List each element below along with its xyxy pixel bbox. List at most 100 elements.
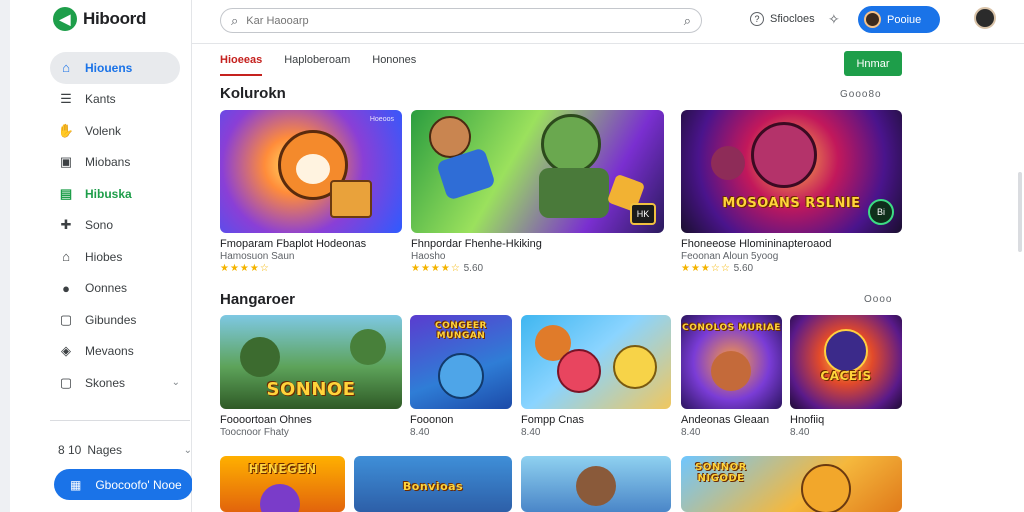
profile-avatar[interactable] — [974, 7, 996, 29]
thumbnail-title: CACEIS — [820, 369, 872, 383]
primary-action-button[interactable]: Hnmar — [844, 51, 902, 76]
card-subtitle: Hamosuon Saun — [220, 251, 295, 262]
main-scrollbar[interactable] — [1018, 172, 1022, 252]
game-card[interactable]: HK Fhnpordar Fhenhe-Hkiking Haosho ★★★★☆… — [411, 110, 664, 274]
user-button[interactable]: Pooiue — [858, 6, 940, 33]
thumbnail-title: HENEGEN — [248, 462, 317, 476]
sidebar-item-label: Volenk — [85, 123, 122, 138]
game-thumbnail: SONNOR NIGODE — [681, 456, 902, 512]
game-thumbnail — [521, 315, 671, 409]
section-title: Kolurokn — [220, 85, 286, 102]
game-thumbnail: HENEGEN — [220, 456, 345, 512]
sidebar-item-label: Oonnes — [85, 281, 128, 296]
game-card[interactable]: SONNOR NIGODE — [681, 456, 902, 512]
sidebar-item-nages[interactable]: 8 10 Nages ⌄ — [58, 440, 192, 460]
box-icon: ▢ — [59, 311, 73, 327]
sidebar-item-hiobes[interactable]: ⌂ Hiobes — [50, 241, 180, 273]
game-card[interactable]: Bonvioas — [354, 456, 512, 512]
sidebar-cta-button[interactable]: ▦ Gbocoofo' Nooe — [54, 469, 193, 500]
app-name: Hiboord — [83, 9, 147, 28]
notification-icon[interactable]: ✧ — [828, 11, 840, 28]
star-rating: ★★★☆☆ — [681, 263, 731, 274]
tag-icon: ◈ — [61, 343, 71, 359]
game-thumbnail — [521, 456, 671, 512]
thumbnail-title: CONGEER MUNGAN — [435, 321, 487, 341]
game-thumbnail: CONGEER MUNGAN — [410, 315, 512, 409]
game-card[interactable]: HENEGEN — [220, 456, 345, 512]
game-card[interactable]: CONOLOS MURIAE Andeonas Gleaan 8.40 — [681, 315, 782, 438]
card-title: Andeonas Gleaan — [681, 414, 770, 426]
shop-icon: ▤ — [59, 185, 73, 201]
card-title: Fooonon — [410, 414, 454, 426]
calendar-icon: ▦ — [70, 477, 82, 492]
help-link[interactable]: ? Sfiocloes — [750, 12, 815, 26]
game-card[interactable]: SONNOE Foooortoan Ohnes Toocnoor Fhaty — [220, 315, 402, 438]
tab-bar: Hioeeas Haploberoam Honones — [220, 54, 416, 76]
sidebar-item-oonnes[interactable]: ● Oonnes — [50, 273, 180, 305]
sidebar-cta-label: Gbocoofo' Nooe — [95, 477, 182, 492]
game-thumbnail: CACEIS — [790, 315, 902, 409]
help-label: Sfiocloes — [770, 13, 815, 25]
thumbnail-title: Bonvioas — [402, 480, 464, 493]
search-input[interactable] — [246, 14, 676, 27]
card-subtitle: Feoonan Aloun 5yoog — [681, 251, 779, 262]
sidebar-item-sono[interactable]: ✚ Sono — [50, 210, 180, 242]
sidebar-nav: ⌂ Hiouens ☰ Kants ✋ Volenk ▣ Miobans ▤ H… — [50, 52, 180, 399]
sidebar-item-label: Hibuska — [85, 186, 132, 201]
main-content: Hioeeas Haploberoam Honones Hnmar Koluro… — [192, 44, 1024, 512]
sidebar-item-skones[interactable]: ▢ Skones ⌄ — [50, 367, 180, 399]
sidebar-item-label: Gibundes — [85, 312, 137, 327]
topbar: ⌕ ⌕ ? Sfiocloes ✧ Pooiue — [192, 0, 1024, 44]
sidebar-item-mevaons[interactable]: ◈ Mevaons — [50, 336, 180, 368]
sidebar-divider — [50, 420, 190, 421]
star-rating: ★★★★☆ — [411, 263, 461, 274]
sidebar: ◀ Hiboord ⌂ Hiouens ☰ Kants ✋ Volenk ▣ M… — [10, 0, 200, 512]
house-icon: ⌂ — [62, 249, 70, 265]
game-card[interactable]: CONGEER MUNGAN Fooonon 8.40 — [410, 315, 512, 438]
sidebar-item-label: Skones — [85, 375, 126, 390]
square-icon: ▢ — [59, 374, 73, 390]
game-thumbnail: CONOLOS MURIAE — [681, 315, 782, 409]
see-more-link[interactable]: Gooo8o — [840, 89, 882, 100]
thumbnail-title: SONNOR NIGODE — [695, 462, 747, 484]
app-logo[interactable]: ◀ Hiboord — [53, 7, 146, 31]
sidebar-item-label: Hiouens — [85, 60, 133, 75]
tab-hioeeas[interactable]: Hioeeas — [220, 54, 263, 76]
game-card[interactable]: Hoeoos Fmoparam Fbaplot Hodeonas Hamosuo… — [220, 110, 402, 274]
tab-haploberoam[interactable]: Haploberoam — [284, 54, 350, 76]
sidebar-item-gibundes[interactable]: ▢ Gibundes — [50, 304, 180, 336]
card-subtitle: 8.40 — [790, 427, 810, 438]
card-title: Fmoparam Fbaplot Hodeonas — [220, 238, 367, 250]
sidebar-extra-prefix: 8 10 — [58, 443, 82, 457]
section-title: Hangaroer — [220, 291, 296, 308]
tab-honones[interactable]: Honones — [372, 54, 416, 76]
card-badge: Bi — [868, 199, 894, 225]
search-bar[interactable]: ⌕ ⌕ — [220, 8, 702, 33]
see-more-link[interactable]: Oooo — [864, 294, 892, 305]
list-icon: ☰ — [60, 91, 72, 107]
game-card[interactable]: MOSOANS RSLNIE Bi Fhoneeose Hlomininapte… — [681, 110, 902, 274]
card-title: Foooortoan Ohnes — [220, 414, 312, 426]
card-title: Fhoneeose Hlomininapteroaod — [681, 238, 832, 250]
sidebar-item-volenk[interactable]: ✋ Volenk — [50, 115, 180, 147]
chevron-down-icon: ⌄ — [171, 377, 180, 389]
help-icon: ? — [750, 12, 764, 26]
sidebar-item-hiouens[interactable]: ⌂ Hiouens — [50, 52, 180, 84]
game-thumbnail: HK — [411, 110, 664, 233]
card-rating: 5.60 — [733, 263, 754, 274]
sidebar-item-kants[interactable]: ☰ Kants — [50, 84, 180, 116]
game-card[interactable] — [521, 456, 671, 512]
search-submit-icon[interactable]: ⌕ — [684, 13, 691, 29]
card-title: Hnofiiq — [790, 414, 825, 426]
card-subtitle: 8.40 — [521, 427, 541, 438]
card-subtitle: Haosho — [411, 251, 446, 262]
game-card[interactable]: Fompp Cnas 8.40 — [521, 315, 671, 438]
card-badge: HK — [630, 203, 656, 225]
card-subtitle: Toocnoor Fhaty — [220, 427, 289, 438]
card-tag: Hoeoos — [369, 116, 394, 123]
sidebar-item-hibuska[interactable]: ▤ Hibuska — [50, 178, 180, 210]
user-avatar — [864, 11, 881, 28]
sidebar-item-miobans[interactable]: ▣ Miobans — [50, 147, 180, 179]
game-card[interactable]: CACEIS Hnofiiq 8.40 — [790, 315, 902, 438]
search-icon: ⌕ — [231, 12, 239, 28]
